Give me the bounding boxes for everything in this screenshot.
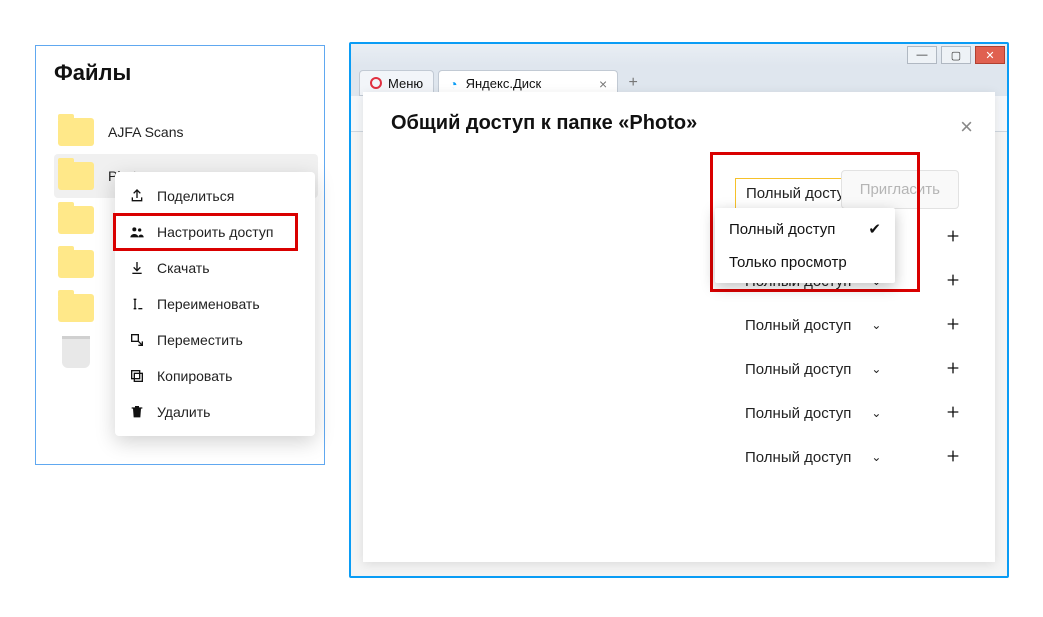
permission-label: Полный доступ [745,449,851,466]
ctx-download[interactable]: Скачать [115,250,315,286]
folder-label: AJFA Scans [108,124,183,140]
permission-row: Полный доступ ⌄ [391,391,967,435]
ctx-share-label: Поделиться [157,188,234,204]
people-icon [129,224,145,240]
tab-close-icon[interactable]: × [599,76,607,92]
share-icon [129,188,145,204]
files-title: Файлы [54,60,318,86]
ctx-delete[interactable]: Удалить [115,394,315,430]
ctx-move-label: Переместить [157,332,243,348]
context-menu: Поделиться Настроить доступ Скачать Пере… [115,172,315,436]
dialog-title: Общий доступ к папке «Photo» [391,112,967,135]
chevron-down-icon: ⌄ [871,406,881,420]
share-dialog: Общий доступ к папке «Photo» × Пригласит… [363,92,995,562]
dropdown-option-full[interactable]: Полный доступ ✔ [715,212,895,246]
window-titlebar: — ▢ ✕ [351,44,1007,66]
menu-label: Меню [388,76,423,91]
chevron-down-icon: ⌄ [871,362,881,376]
dialog-close-button[interactable]: × [960,114,973,140]
ctx-copy[interactable]: Копировать [115,358,315,394]
ctx-access[interactable]: Настроить доступ [115,214,315,250]
permission-select[interactable]: Полный доступ ⌄ [735,399,905,428]
ctx-access-label: Настроить доступ [157,224,273,240]
permission-label: Полный доступ [745,317,851,334]
folder-icon [58,162,94,190]
ctx-copy-label: Копировать [157,368,232,384]
permission-row: Полный доступ ⌄ [391,347,967,391]
chevron-down-icon: ⌄ [871,318,881,332]
close-window-button[interactable]: ✕ [975,46,1005,64]
trash-icon [62,336,90,368]
permission-dropdown: Полный доступ ✔ Только просмотр [715,208,895,283]
ctx-move[interactable]: Переместить [115,322,315,358]
check-icon: ✔ [868,220,881,238]
maximize-button[interactable]: ▢ [941,46,971,64]
add-user-button[interactable] [945,360,961,379]
invite-button[interactable]: Пригласить [841,170,959,209]
folder-icon [58,118,94,146]
dropdown-option-label: Полный доступ [729,221,835,238]
folder-icon [58,206,94,234]
permission-select[interactable]: Полный доступ ⌄ [735,443,905,472]
opera-icon [370,77,382,89]
add-user-button[interactable] [945,228,961,247]
add-user-button[interactable] [945,404,961,423]
move-icon [129,332,145,348]
dropdown-option-view[interactable]: Только просмотр [715,246,895,279]
permission-row: Полный доступ ⌄ [391,435,967,479]
permission-label: Полный доступ [746,185,852,202]
folder-icon [58,294,94,322]
permission-select[interactable]: Полный доступ ⌄ [735,355,905,384]
chevron-down-icon: ⌄ [871,450,881,464]
copy-icon [129,368,145,384]
minimize-button[interactable]: — [907,46,937,64]
add-user-button[interactable] [945,448,961,467]
new-tab-button[interactable]: + [622,72,644,94]
download-icon [129,260,145,276]
yandex-disk-icon: ◔ [449,76,457,92]
delete-icon [129,404,145,420]
ctx-rename-label: Переименовать [157,296,260,312]
ctx-share[interactable]: Поделиться [115,178,315,214]
ctx-delete-label: Удалить [157,404,210,420]
permission-label: Полный доступ [745,361,851,378]
browser-window: — ▢ ✕ Меню ◔ Яндекс.Диск × + ‹ › ⟳ ▦ VPN… [349,42,1009,578]
add-user-button[interactable] [945,316,961,335]
permission-label: Полный доступ [745,405,851,422]
folder-icon [58,250,94,278]
permission-row: Полный доступ ⌄ [391,303,967,347]
permission-select[interactable]: Полный доступ ⌄ [735,311,905,340]
rename-icon [129,296,145,312]
dropdown-option-label: Только просмотр [729,254,847,271]
add-user-button[interactable] [945,272,961,291]
folder-row[interactable]: AJFA Scans [54,110,318,154]
tab-title: Яндекс.Диск [466,76,542,91]
ctx-rename[interactable]: Переименовать [115,286,315,322]
ctx-download-label: Скачать [157,260,210,276]
